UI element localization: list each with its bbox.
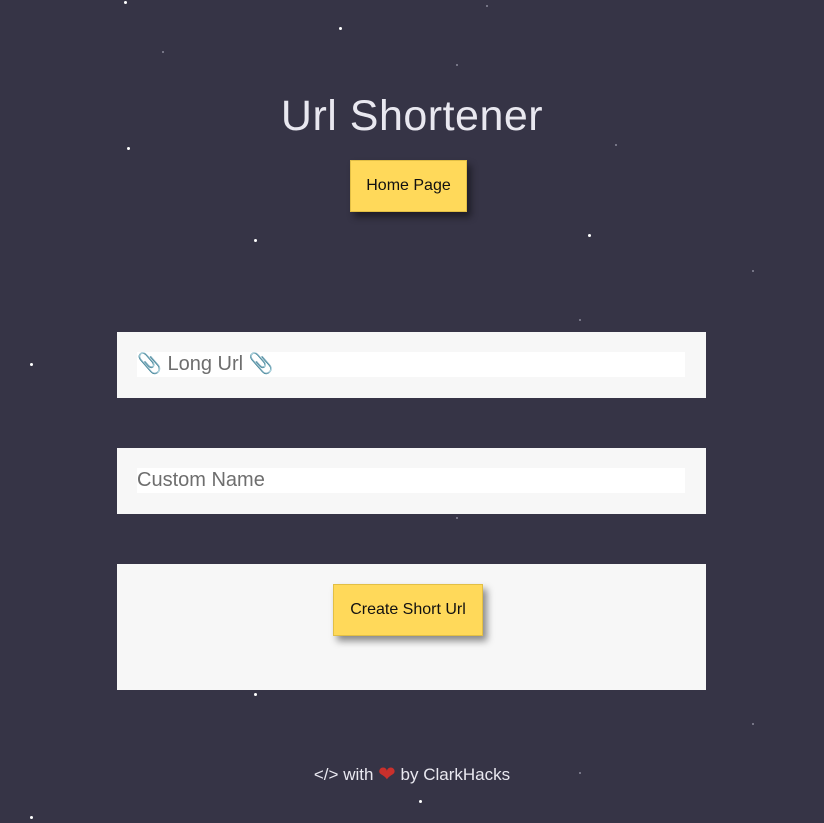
create-panel: Create Short Url [117, 564, 706, 690]
footer: </> with ❤ by ClarkHacks [0, 762, 824, 787]
star-dot [486, 5, 488, 7]
custom-name-input[interactable] [137, 468, 685, 493]
long-url-input[interactable] [137, 352, 685, 377]
page-title: Url Shortener [280, 92, 544, 140]
star-dot [127, 147, 130, 150]
footer-with-text: with [343, 765, 374, 784]
code-symbol: </> [313, 765, 339, 784]
star-dot [615, 144, 617, 146]
heart-icon: ❤ [378, 763, 396, 786]
star-dot [579, 319, 581, 321]
star-dot [124, 1, 127, 4]
star-dot [254, 239, 257, 242]
star-dot [254, 693, 257, 696]
footer-credit: by ClarkHacks [400, 765, 511, 784]
star-dot [339, 27, 342, 30]
star-dot [456, 64, 458, 66]
create-short-url-button[interactable]: Create Short Url [333, 584, 483, 636]
star-dot [752, 723, 754, 725]
star-dot [419, 800, 422, 803]
page: Url Shortener Home Page Create Short Url… [0, 0, 824, 823]
star-dot [30, 363, 33, 366]
home-page-button[interactable]: Home Page [350, 160, 467, 212]
long-url-panel [117, 332, 706, 398]
star-dot [588, 234, 591, 237]
star-dot [752, 270, 754, 272]
star-dot [456, 517, 458, 519]
star-dot [30, 816, 33, 819]
star-dot [162, 51, 164, 53]
custom-name-panel [117, 448, 706, 514]
